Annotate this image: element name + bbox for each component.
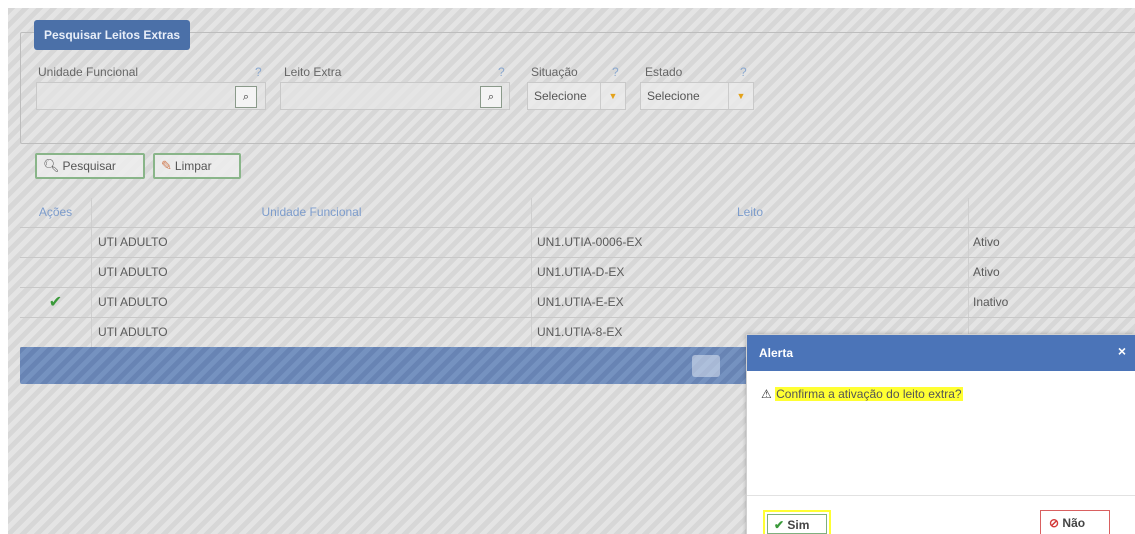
unidade-funcional-input[interactable] bbox=[36, 82, 266, 110]
unidade-funcional-help-icon[interactable]: ? bbox=[255, 65, 262, 79]
column-header-leito[interactable]: Leito bbox=[532, 198, 969, 227]
situacao-select[interactable]: Selecione ▼ bbox=[527, 82, 626, 110]
alert-dialog: Alerta × ⚠ Confirma a ativação do leito … bbox=[746, 334, 1135, 534]
eraser-icon: ✎ bbox=[161, 158, 172, 173]
yes-button-label: Sim bbox=[787, 518, 810, 532]
situacao-selected-value: Selecione bbox=[534, 89, 587, 103]
estado-selected-value: Selecione bbox=[647, 89, 700, 103]
row-estado-cell: Ativo bbox=[973, 235, 1000, 249]
clear-button-label: Limpar bbox=[174, 159, 212, 173]
magnifier-icon: ⌕ bbox=[242, 91, 250, 103]
row-action-cell[interactable] bbox=[20, 318, 92, 347]
estado-label: Estado bbox=[645, 65, 683, 79]
column-header-acoes[interactable]: Ações bbox=[20, 198, 92, 227]
dialog-message: ⚠ Confirma a ativação do leito extra? bbox=[761, 387, 963, 401]
chevron-down-icon: ▼ bbox=[728, 83, 753, 109]
table-row[interactable]: UTI ADULTO UN1.UTIA-0006-EX Ativo bbox=[20, 228, 1135, 258]
leito-extra-lookup-button[interactable]: ⌕ bbox=[480, 86, 502, 108]
leito-extra-label: Leito Extra bbox=[284, 65, 342, 79]
warning-icon: ⚠ bbox=[761, 387, 772, 401]
activate-check-icon[interactable]: ✔ bbox=[20, 288, 92, 317]
row-unidade-cell: UTI ADULTO bbox=[92, 288, 532, 317]
leito-extra-help-icon[interactable]: ? bbox=[498, 65, 505, 79]
page-background: Pesquisar Leitos Extras Unidade Funciona… bbox=[8, 8, 1135, 534]
row-estado-cell: Ativo bbox=[973, 265, 1000, 279]
row-action-cell[interactable] bbox=[20, 258, 92, 287]
magnifier-icon: ⌕ bbox=[487, 91, 495, 103]
cancel-circle-icon: ⊘ bbox=[1049, 516, 1060, 530]
column-header-estado[interactable] bbox=[969, 198, 1135, 227]
clear-button[interactable]: ✎ Limpar bbox=[153, 153, 241, 179]
row-unidade-cell: UTI ADULTO bbox=[92, 228, 532, 257]
magnifier-icon: 🔍︎ bbox=[43, 158, 60, 173]
estado-select[interactable]: Selecione ▼ bbox=[640, 82, 754, 110]
situacao-help-icon[interactable]: ? bbox=[612, 65, 619, 79]
search-button[interactable]: 🔍︎ Pesquisar bbox=[35, 153, 145, 179]
row-unidade-cell: UTI ADULTO bbox=[92, 318, 532, 347]
search-button-label: Pesquisar bbox=[62, 159, 116, 173]
table-row[interactable]: UTI ADULTO UN1.UTIA-D-EX Ativo bbox=[20, 258, 1135, 288]
pagination-button[interactable] bbox=[692, 355, 720, 377]
column-header-unidade-funcional[interactable]: Unidade Funcional bbox=[92, 198, 532, 227]
dialog-title: Alerta bbox=[759, 346, 794, 360]
row-unidade-cell: UTI ADULTO bbox=[92, 258, 532, 287]
row-leito-cell: UN1.UTIA-E-EX bbox=[532, 288, 969, 317]
row-estado-cell: Inativo bbox=[973, 295, 1009, 309]
estado-help-icon[interactable]: ? bbox=[740, 65, 747, 79]
close-icon[interactable]: × bbox=[1118, 343, 1126, 359]
row-leito-cell: UN1.UTIA-D-EX bbox=[532, 258, 969, 287]
dialog-header: Alerta × bbox=[747, 335, 1135, 371]
table-row[interactable]: ✔ UTI ADULTO UN1.UTIA-E-EX Inativo bbox=[20, 288, 1135, 318]
unidade-funcional-label: Unidade Funcional bbox=[38, 65, 139, 79]
check-icon: ✔ bbox=[774, 518, 785, 532]
search-panel-title: Pesquisar Leitos Extras bbox=[34, 20, 191, 50]
chevron-down-icon: ▼ bbox=[600, 83, 625, 109]
no-button-label: Não bbox=[1062, 516, 1086, 530]
row-leito-cell: UN1.UTIA-0006-EX bbox=[532, 228, 969, 257]
row-action-cell[interactable] bbox=[20, 228, 92, 257]
situacao-label: Situação bbox=[531, 65, 578, 79]
no-button[interactable]: ⊘ Não bbox=[1040, 510, 1110, 534]
yes-button[interactable]: ✔ Sim bbox=[763, 510, 831, 534]
unidade-funcional-lookup-button[interactable]: ⌕ bbox=[235, 86, 257, 108]
leito-extra-input[interactable] bbox=[280, 82, 510, 110]
dialog-footer: ✔ Sim ⊘ Não bbox=[747, 495, 1135, 534]
dialog-message-text: Confirma a ativação do leito extra? bbox=[775, 387, 963, 401]
yes-button-inner: ✔ Sim bbox=[767, 514, 827, 534]
table-header-row: Ações Unidade Funcional Leito bbox=[20, 198, 1135, 228]
